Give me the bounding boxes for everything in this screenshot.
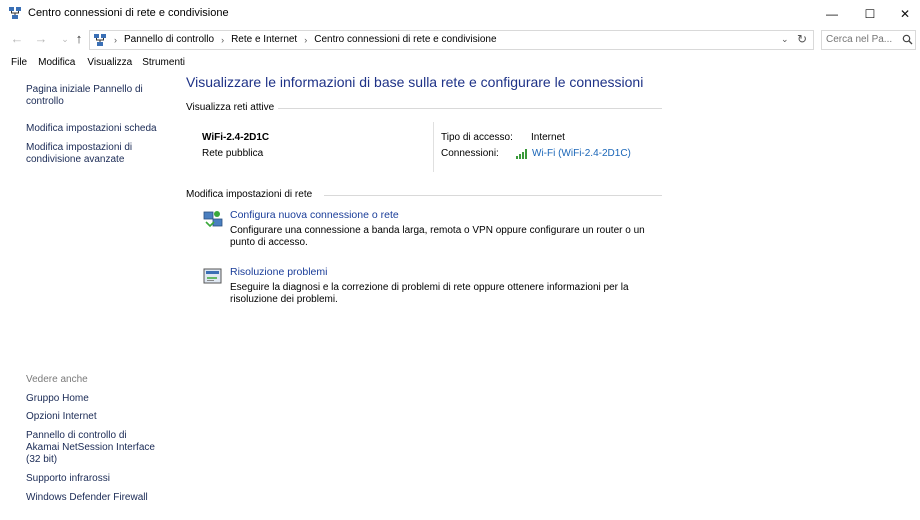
menu-modifica[interactable]: Modifica — [38, 54, 75, 72]
network-center-icon — [9, 7, 21, 19]
connections-label: Connessioni: — [441, 148, 499, 159]
menu-strumenti[interactable]: Strumenti — [142, 54, 185, 72]
left-pane: Pagina iniziale Pannello di controllo Mo… — [0, 72, 180, 520]
search-box[interactable] — [821, 30, 916, 50]
forward-arrow-icon[interactable]: → — [32, 31, 50, 47]
search-icon[interactable] — [902, 34, 913, 45]
setup-connection-description: Configurare una connessione a banda larg… — [230, 225, 645, 248]
breadcrumb-network-center[interactable]: Centro connessioni di rete e condivision… — [314, 34, 496, 45]
breadcrumb-separator-icon[interactable]: › — [304, 35, 307, 45]
section-divider — [324, 195, 662, 196]
breadcrumb-separator-icon[interactable]: › — [221, 35, 224, 45]
address-dropdown-icon[interactable]: ⌄ — [781, 34, 789, 45]
breadcrumb-control-panel[interactable]: Pannello di controllo — [124, 34, 214, 45]
sidebar-link-advanced-sharing[interactable]: Modifica impostazioni di condivisione av… — [26, 142, 146, 166]
up-arrow-icon[interactable]: ↑ — [70, 31, 88, 47]
breadcrumb-network-internet[interactable]: Rete e Internet — [231, 34, 297, 45]
page-title: Visualizzare le informazioni di base sul… — [186, 74, 644, 90]
access-type-label: Tipo di accesso: — [441, 132, 513, 143]
close-button[interactable]: ✕ — [885, 0, 920, 27]
main-pane: Visualizzare le informazioni di base sul… — [186, 72, 920, 520]
wifi-signal-icon — [516, 148, 527, 159]
change-settings-label: Modifica impostazioni di rete — [186, 189, 317, 200]
breadcrumb: › Pannello di controllo › Rete e Interne… — [112, 34, 497, 45]
breadcrumb-separator-icon[interactable]: › — [114, 35, 117, 45]
see-also-firewall[interactable]: Windows Defender Firewall — [26, 492, 176, 504]
access-type-value: Internet — [531, 132, 565, 143]
troubleshoot-icon[interactable] — [202, 266, 224, 288]
see-also-internet-options[interactable]: Opzioni Internet — [26, 411, 176, 423]
troubleshoot-description: Eseguire la diagnosi e la correzione di … — [230, 282, 629, 305]
troubleshoot-link[interactable]: Risoluzione problemi — [230, 266, 327, 278]
address-row: ← → ⌄ ↑ › Pannello di controllo › Rete e… — [0, 27, 920, 52]
control-panel-icon — [94, 34, 106, 46]
title-bar: Centro connessioni di rete e condivision… — [0, 0, 920, 27]
sidebar-link-control-panel-home[interactable]: Pagina iniziale Pannello di controllo — [26, 84, 146, 108]
menu-bar: File Modifica Visualizza Strumenti — [0, 54, 920, 72]
wifi-connection-link[interactable]: Wi-Fi (WiFi-2.4-2D1C) — [516, 148, 631, 159]
back-arrow-icon[interactable]: ← — [8, 31, 26, 47]
see-also-homegroup[interactable]: Gruppo Home — [26, 393, 176, 405]
see-also-infrared[interactable]: Supporto infrarossi — [26, 473, 176, 485]
section-divider — [266, 108, 662, 109]
menu-file[interactable]: File — [11, 54, 27, 72]
network-setup-icon[interactable] — [202, 208, 224, 230]
vertical-divider — [433, 122, 434, 172]
see-also-akamai-netsession[interactable]: Pannello di controllo di Akamai NetSessi… — [26, 430, 161, 466]
sidebar-link-adapter-settings[interactable]: Modifica impostazioni scheda — [26, 123, 176, 135]
see-also-label: Vedere anche — [26, 374, 88, 385]
wifi-connection-label[interactable]: Wi-Fi (WiFi-2.4-2D1C) — [532, 148, 631, 159]
network-category[interactable]: Rete pubblica — [202, 148, 263, 159]
maximize-button[interactable]: ☐ — [850, 0, 890, 27]
address-bar[interactable]: › Pannello di controllo › Rete e Interne… — [89, 30, 814, 50]
window-title: Centro connessioni di rete e condivision… — [28, 7, 229, 19]
search-input[interactable] — [826, 34, 898, 45]
menu-visualizza[interactable]: Visualizza — [87, 54, 132, 72]
network-name: WiFi-2.4-2D1C — [202, 132, 270, 143]
setup-connection-link[interactable]: Configura nuova connessione o rete — [230, 209, 399, 221]
minimize-button[interactable]: — — [812, 0, 852, 27]
refresh-icon[interactable]: ↻ — [797, 32, 807, 46]
active-networks-label: Visualizza reti attive — [186, 102, 279, 113]
